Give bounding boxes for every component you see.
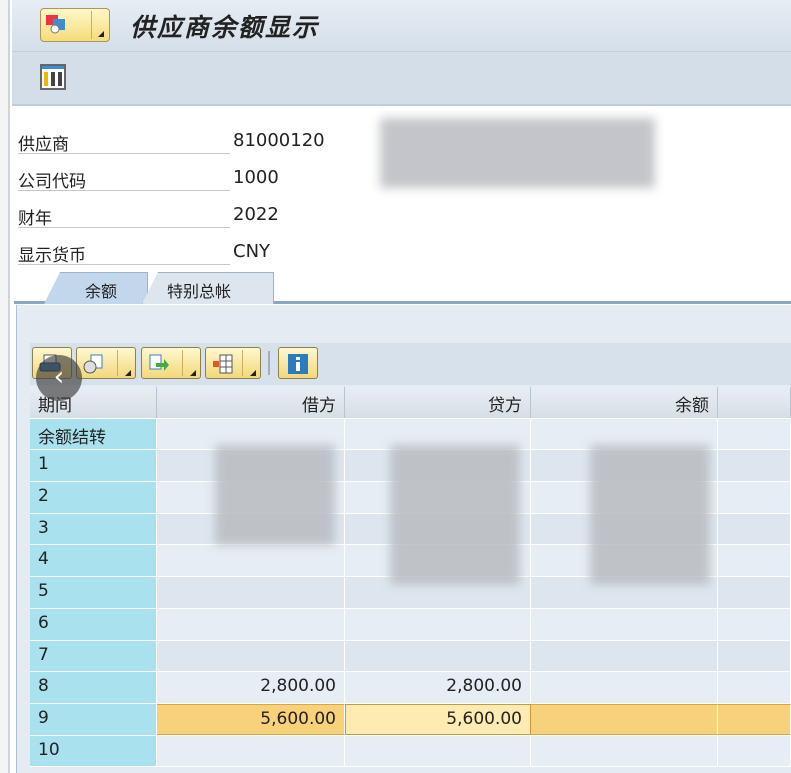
table-header: 期间 借方 贷方 余额 <box>30 387 791 419</box>
extra-cell[interactable] <box>718 450 791 482</box>
table-row[interactable]: 7 <box>30 640 791 673</box>
display-currency-label: 显示货币 <box>18 235 230 266</box>
info-icon <box>288 354 308 374</box>
table-row[interactable]: 8 2,800.00 2,800.00 <box>30 672 791 704</box>
layout-icon[interactable] <box>40 64 66 90</box>
menu-button[interactable] <box>40 8 110 42</box>
debit-cell[interactable] <box>157 735 345 767</box>
tab-balance[interactable]: 余额 <box>44 272 148 304</box>
dropdown-arrow-icon <box>190 370 196 376</box>
extra-cell[interactable] <box>718 608 791 640</box>
balance-cell[interactable] <box>531 672 718 703</box>
credit-cell[interactable] <box>345 640 531 672</box>
redacted-credit <box>390 445 520 585</box>
tab-special-gl[interactable]: 特别总帐 <box>142 272 274 304</box>
extra-cell[interactable] <box>718 482 791 513</box>
tab-strip: 余额 特别总帐 <box>14 270 791 304</box>
balance-cell[interactable] <box>531 735 718 767</box>
app-toolbar <box>12 52 791 106</box>
period-cell[interactable]: 5 <box>30 577 157 608</box>
dropdown-arrow-icon <box>125 370 131 376</box>
export-button[interactable] <box>141 347 201 379</box>
debit-cell[interactable]: 5,600.00 <box>157 703 345 735</box>
fiscal-year-value: 2022 <box>233 204 279 225</box>
toolbar-separator <box>268 351 270 375</box>
period-cell[interactable]: 2 <box>30 482 157 513</box>
debit-cell[interactable] <box>157 640 345 672</box>
page-title: 供应商余额显示 <box>130 13 320 42</box>
table-row[interactable]: 9 5,600.00 5,600.00 <box>30 703 791 736</box>
extra-cell[interactable] <box>718 640 791 672</box>
extra-cell[interactable] <box>718 545 791 577</box>
extra-cell[interactable] <box>718 672 791 703</box>
export-icon <box>149 354 169 371</box>
extra-cell[interactable] <box>718 735 791 767</box>
period-cell[interactable]: 7 <box>30 640 157 672</box>
balance-cell[interactable] <box>531 608 718 640</box>
extra-cell[interactable] <box>718 513 791 545</box>
extra-cell[interactable] <box>718 418 791 450</box>
header-credit[interactable]: 贷方 <box>345 387 531 418</box>
vendor-label: 供应商 <box>18 124 230 155</box>
period-cell[interactable]: 6 <box>30 608 157 640</box>
table-row[interactable]: 10 <box>30 735 791 768</box>
credit-cell[interactable] <box>345 735 531 767</box>
dropdown-arrow-icon <box>250 370 256 376</box>
info-button[interactable] <box>278 347 318 379</box>
view-button[interactable] <box>76 347 136 379</box>
period-cell[interactable]: 4 <box>30 545 157 577</box>
vendor-value: 81000120 <box>233 130 325 151</box>
company-code-label: 公司代码 <box>18 161 230 192</box>
dropdown-arrow-icon <box>98 31 104 37</box>
credit-cell[interactable]: 2,800.00 <box>345 672 531 703</box>
title-bar <box>12 0 791 52</box>
menu-icon <box>46 15 65 34</box>
table-row[interactable]: 6 <box>30 608 791 641</box>
extra-cell[interactable] <box>718 577 791 608</box>
left-border <box>0 0 10 773</box>
display-currency-value: CNY <box>233 241 271 262</box>
period-cell[interactable]: 10 <box>30 735 157 767</box>
debit-cell[interactable] <box>157 577 345 608</box>
period-cell[interactable]: 9 <box>30 703 157 735</box>
back-nav-icon[interactable]: ‹ <box>36 355 82 401</box>
grid-layout-icon <box>213 354 233 374</box>
extra-cell[interactable] <box>718 703 791 735</box>
period-cell[interactable]: 余额结转 <box>30 418 157 450</box>
redacted-debit <box>215 445 335 545</box>
balance-cell[interactable] <box>531 703 718 735</box>
debit-cell[interactable]: 2,800.00 <box>157 672 345 703</box>
grid-toolbar <box>30 343 791 385</box>
header-balance[interactable]: 余额 <box>531 387 718 418</box>
redacted-vendor-name <box>380 118 655 188</box>
period-cell[interactable]: 8 <box>30 672 157 703</box>
fiscal-year-label: 财年 <box>18 198 230 229</box>
company-code-value: 1000 <box>233 167 279 188</box>
redacted-balance <box>590 445 710 585</box>
credit-cell[interactable] <box>345 608 531 640</box>
header-debit[interactable]: 借方 <box>157 387 345 418</box>
balance-cell[interactable] <box>531 640 718 672</box>
period-cell[interactable]: 1 <box>30 450 157 482</box>
debit-cell[interactable] <box>157 608 345 640</box>
period-cell[interactable]: 3 <box>30 513 157 545</box>
layout-button[interactable] <box>205 347 261 379</box>
credit-cell[interactable]: 5,600.00 <box>345 703 531 735</box>
header-extra <box>718 387 791 418</box>
debit-cell[interactable] <box>157 545 345 577</box>
view-icon <box>83 354 103 374</box>
